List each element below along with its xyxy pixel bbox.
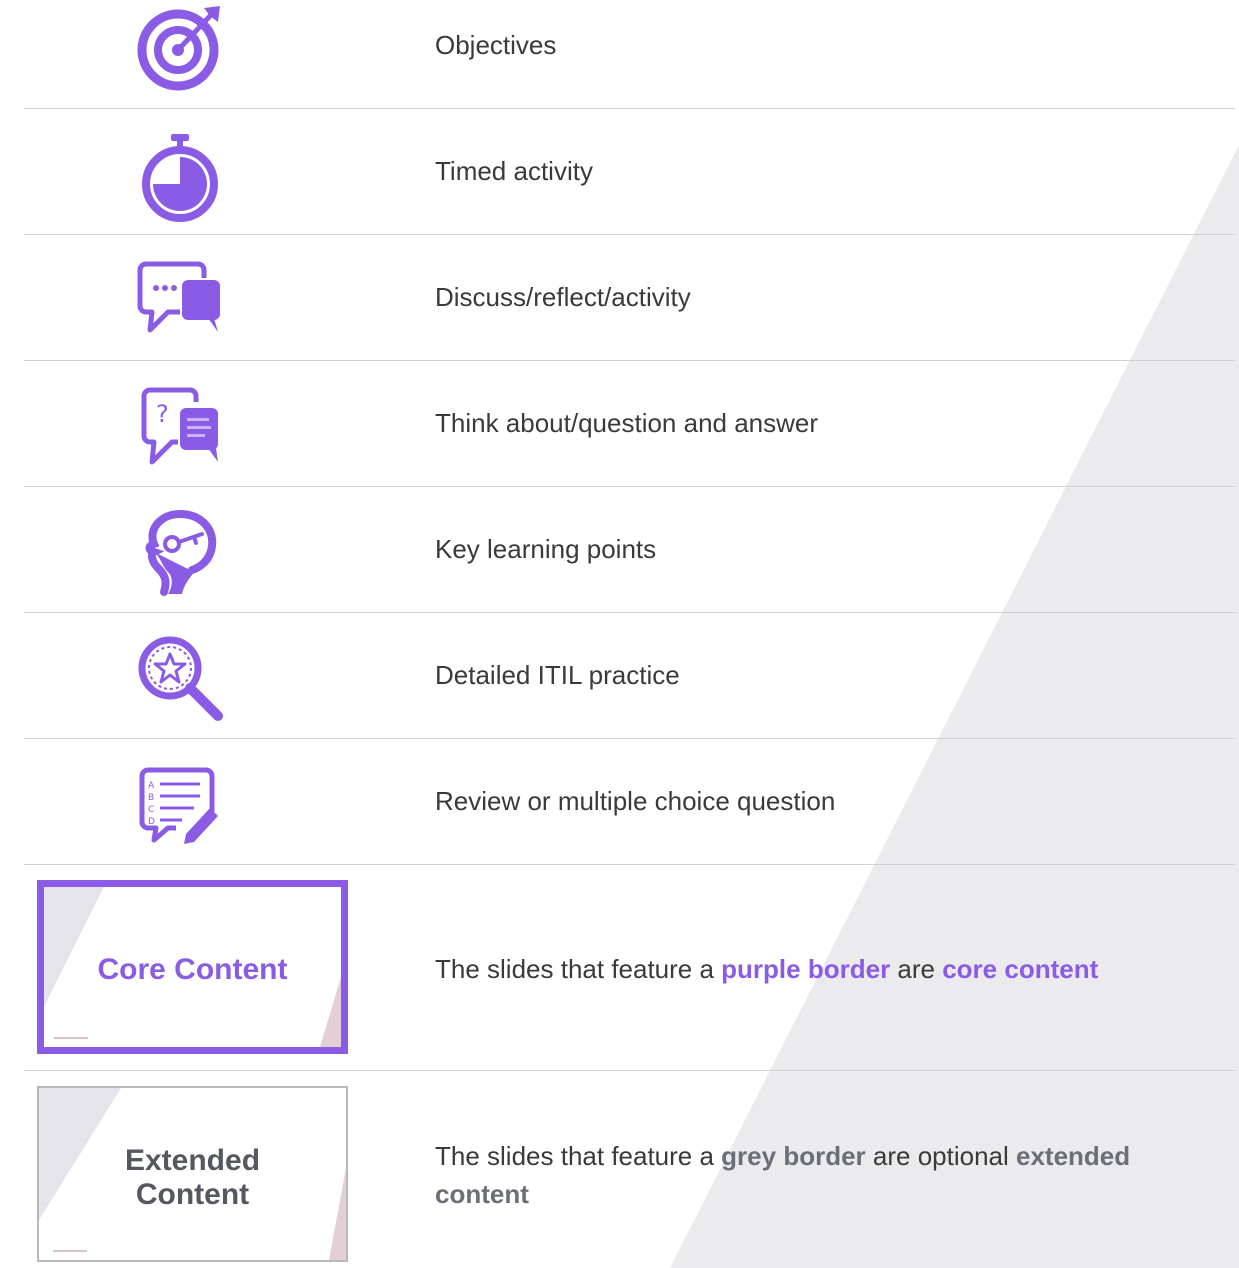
core-content-thumbnail: Core Content [37,880,348,1054]
extended-content-thumbnail: Extended Content [37,1086,348,1262]
row-divider [24,612,1235,613]
core-content-description: The slides that feature a purple border … [435,954,1099,984]
itil-practice-label: Detailed ITIL practice [435,660,680,690]
extended-content-description: The slides that feature a grey border ar… [435,1141,1131,1209]
icon-legend: Objectives Timed activity Discuss/reflec… [0,0,1239,1268]
key-learning-points-label: Key learning points [435,534,657,564]
purple-border-highlight: purple border [721,954,891,984]
svg-text:C: C [148,805,154,815]
core-content-highlight: core content [942,954,1099,984]
timed-activity-label: Timed activity [435,156,593,186]
svg-text:B: B [148,793,154,803]
row-divider [24,864,1235,865]
extended-content-thumb-title: Extended Content [124,1144,261,1211]
objectives-label: Objectives [435,30,557,60]
review-question-label: Review or multiple choice question [435,786,836,816]
row-divider [24,108,1235,109]
stopwatch-icon [134,130,226,222]
magnifier-star-icon [134,632,226,724]
row-divider [24,1070,1235,1071]
discuss-label: Discuss/reflect/activity [435,282,691,312]
core-content-thumb-title: Core Content [97,953,288,986]
head-key-icon [134,508,226,600]
chat-bubbles-icon [134,256,226,348]
row-divider [24,360,1235,361]
svg-text:A: A [148,781,155,791]
row-divider [24,234,1235,235]
checklist-bubble-icon: A B C D [134,760,226,852]
svg-text:D: D [148,817,155,827]
question-bubbles-icon: ? [134,382,226,474]
grey-border-highlight: grey border [721,1141,866,1171]
row-divider [24,486,1235,487]
think-about-label: Think about/question and answer [435,408,819,438]
row-divider [24,738,1235,739]
svg-text:?: ? [156,400,169,428]
target-icon [134,2,226,94]
